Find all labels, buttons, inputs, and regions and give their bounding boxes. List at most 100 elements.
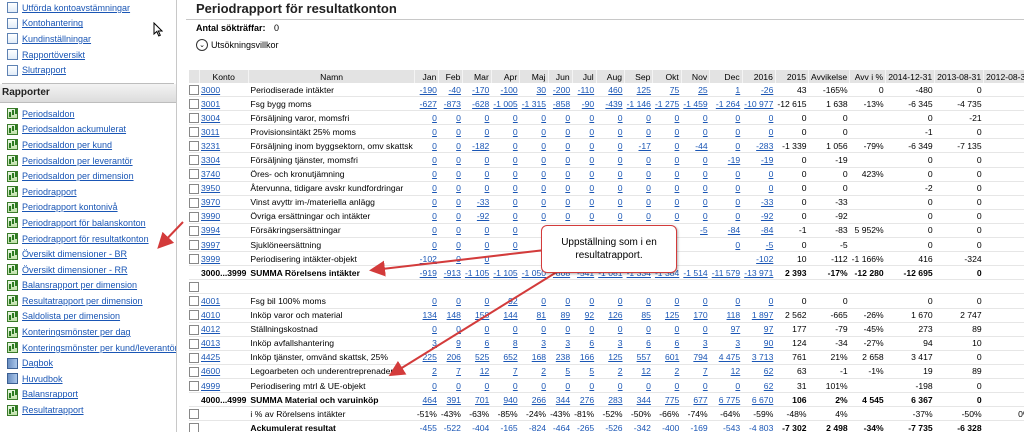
row-checkbox[interactable] <box>189 423 199 432</box>
col-header[interactable]: 2015 <box>775 70 810 83</box>
sidebar-item-periodsaldon-per-kund[interactable]: Periodsaldon per kund <box>0 137 176 153</box>
period-value-link[interactable]: 30 <box>537 85 547 95</box>
period-value-link[interactable]: -17 <box>639 141 651 151</box>
period-value-link[interactable]: 6 775 <box>719 395 741 405</box>
row-checkbox[interactable] <box>189 338 199 349</box>
period-value-link[interactable]: 3 <box>735 338 740 348</box>
period-value-link[interactable]: 7 <box>703 366 708 376</box>
period-value-link[interactable]: 940 <box>503 395 517 405</box>
period-value-link[interactable]: 0 <box>675 211 680 221</box>
period-value-link[interactable]: 0 <box>589 113 594 123</box>
period-value-link[interactable]: 166 <box>580 352 594 362</box>
period-value-link[interactable]: 3 <box>565 338 570 348</box>
period-value-link[interactable]: 0 <box>589 197 594 207</box>
period-value-link[interactable]: 0 <box>565 197 570 207</box>
period-value-link[interactable]: 0 <box>513 240 518 250</box>
period-value-link[interactable]: 7 <box>456 366 461 376</box>
period-value-link[interactable]: -5 <box>766 240 774 250</box>
period-value-link[interactable]: 3 713 <box>752 352 774 362</box>
row-checkbox[interactable] <box>189 380 199 391</box>
period-value-link[interactable]: 0 <box>456 324 461 334</box>
col-header[interactable]: 2014-12-31 <box>885 70 936 83</box>
period-value-link[interactable]: -11 579 <box>712 268 741 278</box>
period-value-link[interactable]: 557 <box>637 352 651 362</box>
period-value-link[interactable]: 0 <box>618 127 623 137</box>
period-value-link[interactable]: 0 <box>456 127 461 137</box>
period-value-link[interactable]: 0 <box>456 155 461 165</box>
period-value-link[interactable]: 0 <box>432 197 437 207</box>
period-value-link[interactable]: 464 <box>423 395 437 405</box>
period-value-link[interactable]: 144 <box>503 310 517 320</box>
period-value-link[interactable]: 0 <box>675 381 680 391</box>
period-value-link[interactable]: 6 670 <box>752 395 774 405</box>
period-value-link[interactable]: -165 <box>500 423 517 432</box>
period-value-link[interactable]: -265 <box>577 423 594 432</box>
period-value-link[interactable]: 0 <box>769 169 774 179</box>
period-value-link[interactable]: -190 <box>420 85 437 95</box>
sidebar-item-konteringsmönster-per-dag[interactable]: Konteringsmönster per dag <box>0 324 176 340</box>
period-value-link[interactable]: -110 <box>578 85 595 95</box>
period-value-link[interactable]: 75 <box>670 85 680 95</box>
period-value-link[interactable]: 6 <box>589 338 594 348</box>
period-value-link[interactable]: 89 <box>561 310 571 320</box>
period-value-link[interactable]: 0 <box>456 296 461 306</box>
period-value-link[interactable]: -200 <box>553 85 570 95</box>
row-checkbox[interactable] <box>189 99 199 109</box>
period-value-link[interactable]: 2 <box>618 366 623 376</box>
period-value-link[interactable]: -90 <box>582 99 594 109</box>
period-value-link[interactable]: 92 <box>508 296 518 306</box>
period-value-link[interactable]: 391 <box>447 395 461 405</box>
sidebar-item-periodrapport-kontonivå[interactable]: Periodrapport kontonivå <box>0 200 176 216</box>
period-value-link[interactable]: -170 <box>472 85 489 95</box>
row-checkbox[interactable] <box>189 254 199 265</box>
period-value-link[interactable]: -526 <box>605 423 622 432</box>
col-header[interactable]: Sep <box>624 70 654 83</box>
period-value-link[interactable]: 460 <box>608 85 622 95</box>
period-value-link[interactable]: 0 <box>646 183 651 193</box>
account-number[interactable]: 3970 <box>201 197 220 207</box>
period-value-link[interactable]: 62 <box>764 381 774 391</box>
period-value-link[interactable]: 0 <box>541 183 546 193</box>
row-checkbox[interactable] <box>189 409 199 420</box>
row-checkbox[interactable] <box>189 239 199 250</box>
account-number[interactable]: 3950 <box>201 183 220 193</box>
row-checkbox[interactable] <box>189 127 199 138</box>
period-value-link[interactable]: 0 <box>589 155 594 165</box>
period-value-link[interactable]: 62 <box>764 366 774 376</box>
period-value-link[interactable]: 6 <box>675 338 680 348</box>
row-checkbox[interactable] <box>189 84 199 95</box>
period-value-link[interactable]: 0 <box>735 381 740 391</box>
row-checkbox[interactable] <box>189 197 199 208</box>
period-value-link[interactable]: 0 <box>703 381 708 391</box>
period-value-link[interactable]: 1 897 <box>752 310 774 320</box>
period-value-link[interactable]: 158 <box>475 310 489 320</box>
period-value-link[interactable]: 0 <box>432 240 437 250</box>
period-value-link[interactable]: 0 <box>769 183 774 193</box>
period-value-link[interactable]: 0 <box>565 183 570 193</box>
period-value-link[interactable]: 0 <box>565 211 570 221</box>
row-checkbox[interactable] <box>189 352 199 363</box>
period-value-link[interactable]: 0 <box>703 155 708 165</box>
period-value-link[interactable]: 25 <box>698 85 708 95</box>
period-value-link[interactable]: 238 <box>556 352 570 362</box>
period-value-link[interactable]: 0 <box>703 113 708 123</box>
period-value-link[interactable]: 118 <box>727 310 741 320</box>
period-value-link[interactable]: 0 <box>675 141 680 151</box>
period-value-link[interactable]: -102 <box>420 254 437 264</box>
period-value-link[interactable]: 0 <box>646 169 651 179</box>
period-value-link[interactable]: 0 <box>456 141 461 151</box>
period-value-link[interactable]: 0 <box>432 211 437 221</box>
period-value-link[interactable]: 0 <box>646 127 651 137</box>
account-number[interactable]: 3004 <box>201 113 220 123</box>
period-value-link[interactable]: 0 <box>485 169 490 179</box>
period-value-link[interactable]: 0 <box>541 169 546 179</box>
period-value-link[interactable]: 0 <box>513 169 518 179</box>
col-header[interactable]: Dec <box>709 70 743 83</box>
period-value-link[interactable]: 0 <box>618 113 623 123</box>
col-header[interactable]: 2012-08-31 <box>983 70 1024 83</box>
period-value-link[interactable]: 168 <box>532 352 546 362</box>
period-value-link[interactable]: 5 <box>565 366 570 376</box>
col-header[interactable]: Avvikelse <box>808 70 851 83</box>
period-value-link[interactable]: -84 <box>761 225 773 235</box>
period-value-link[interactable]: 0 <box>513 225 518 235</box>
